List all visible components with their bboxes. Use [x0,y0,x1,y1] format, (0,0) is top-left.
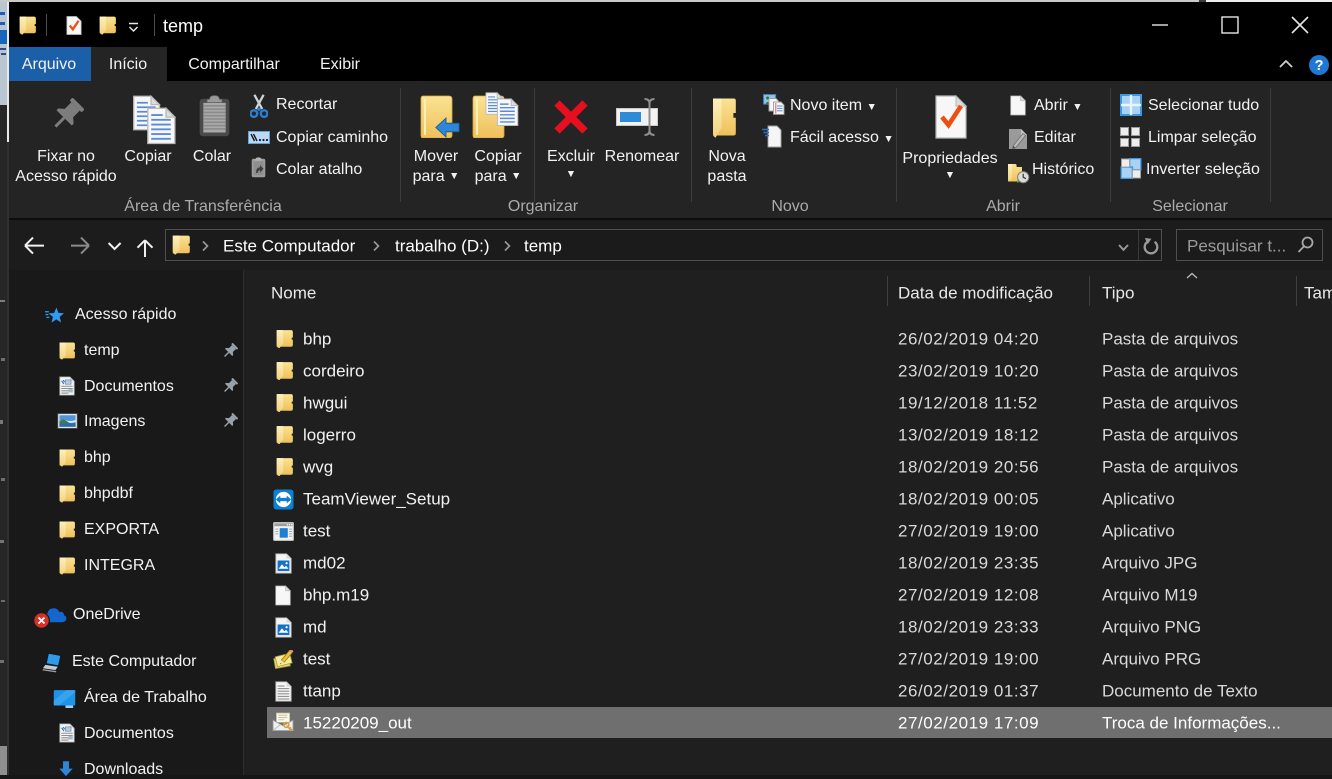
svg-text:?: ? [1315,58,1324,74]
